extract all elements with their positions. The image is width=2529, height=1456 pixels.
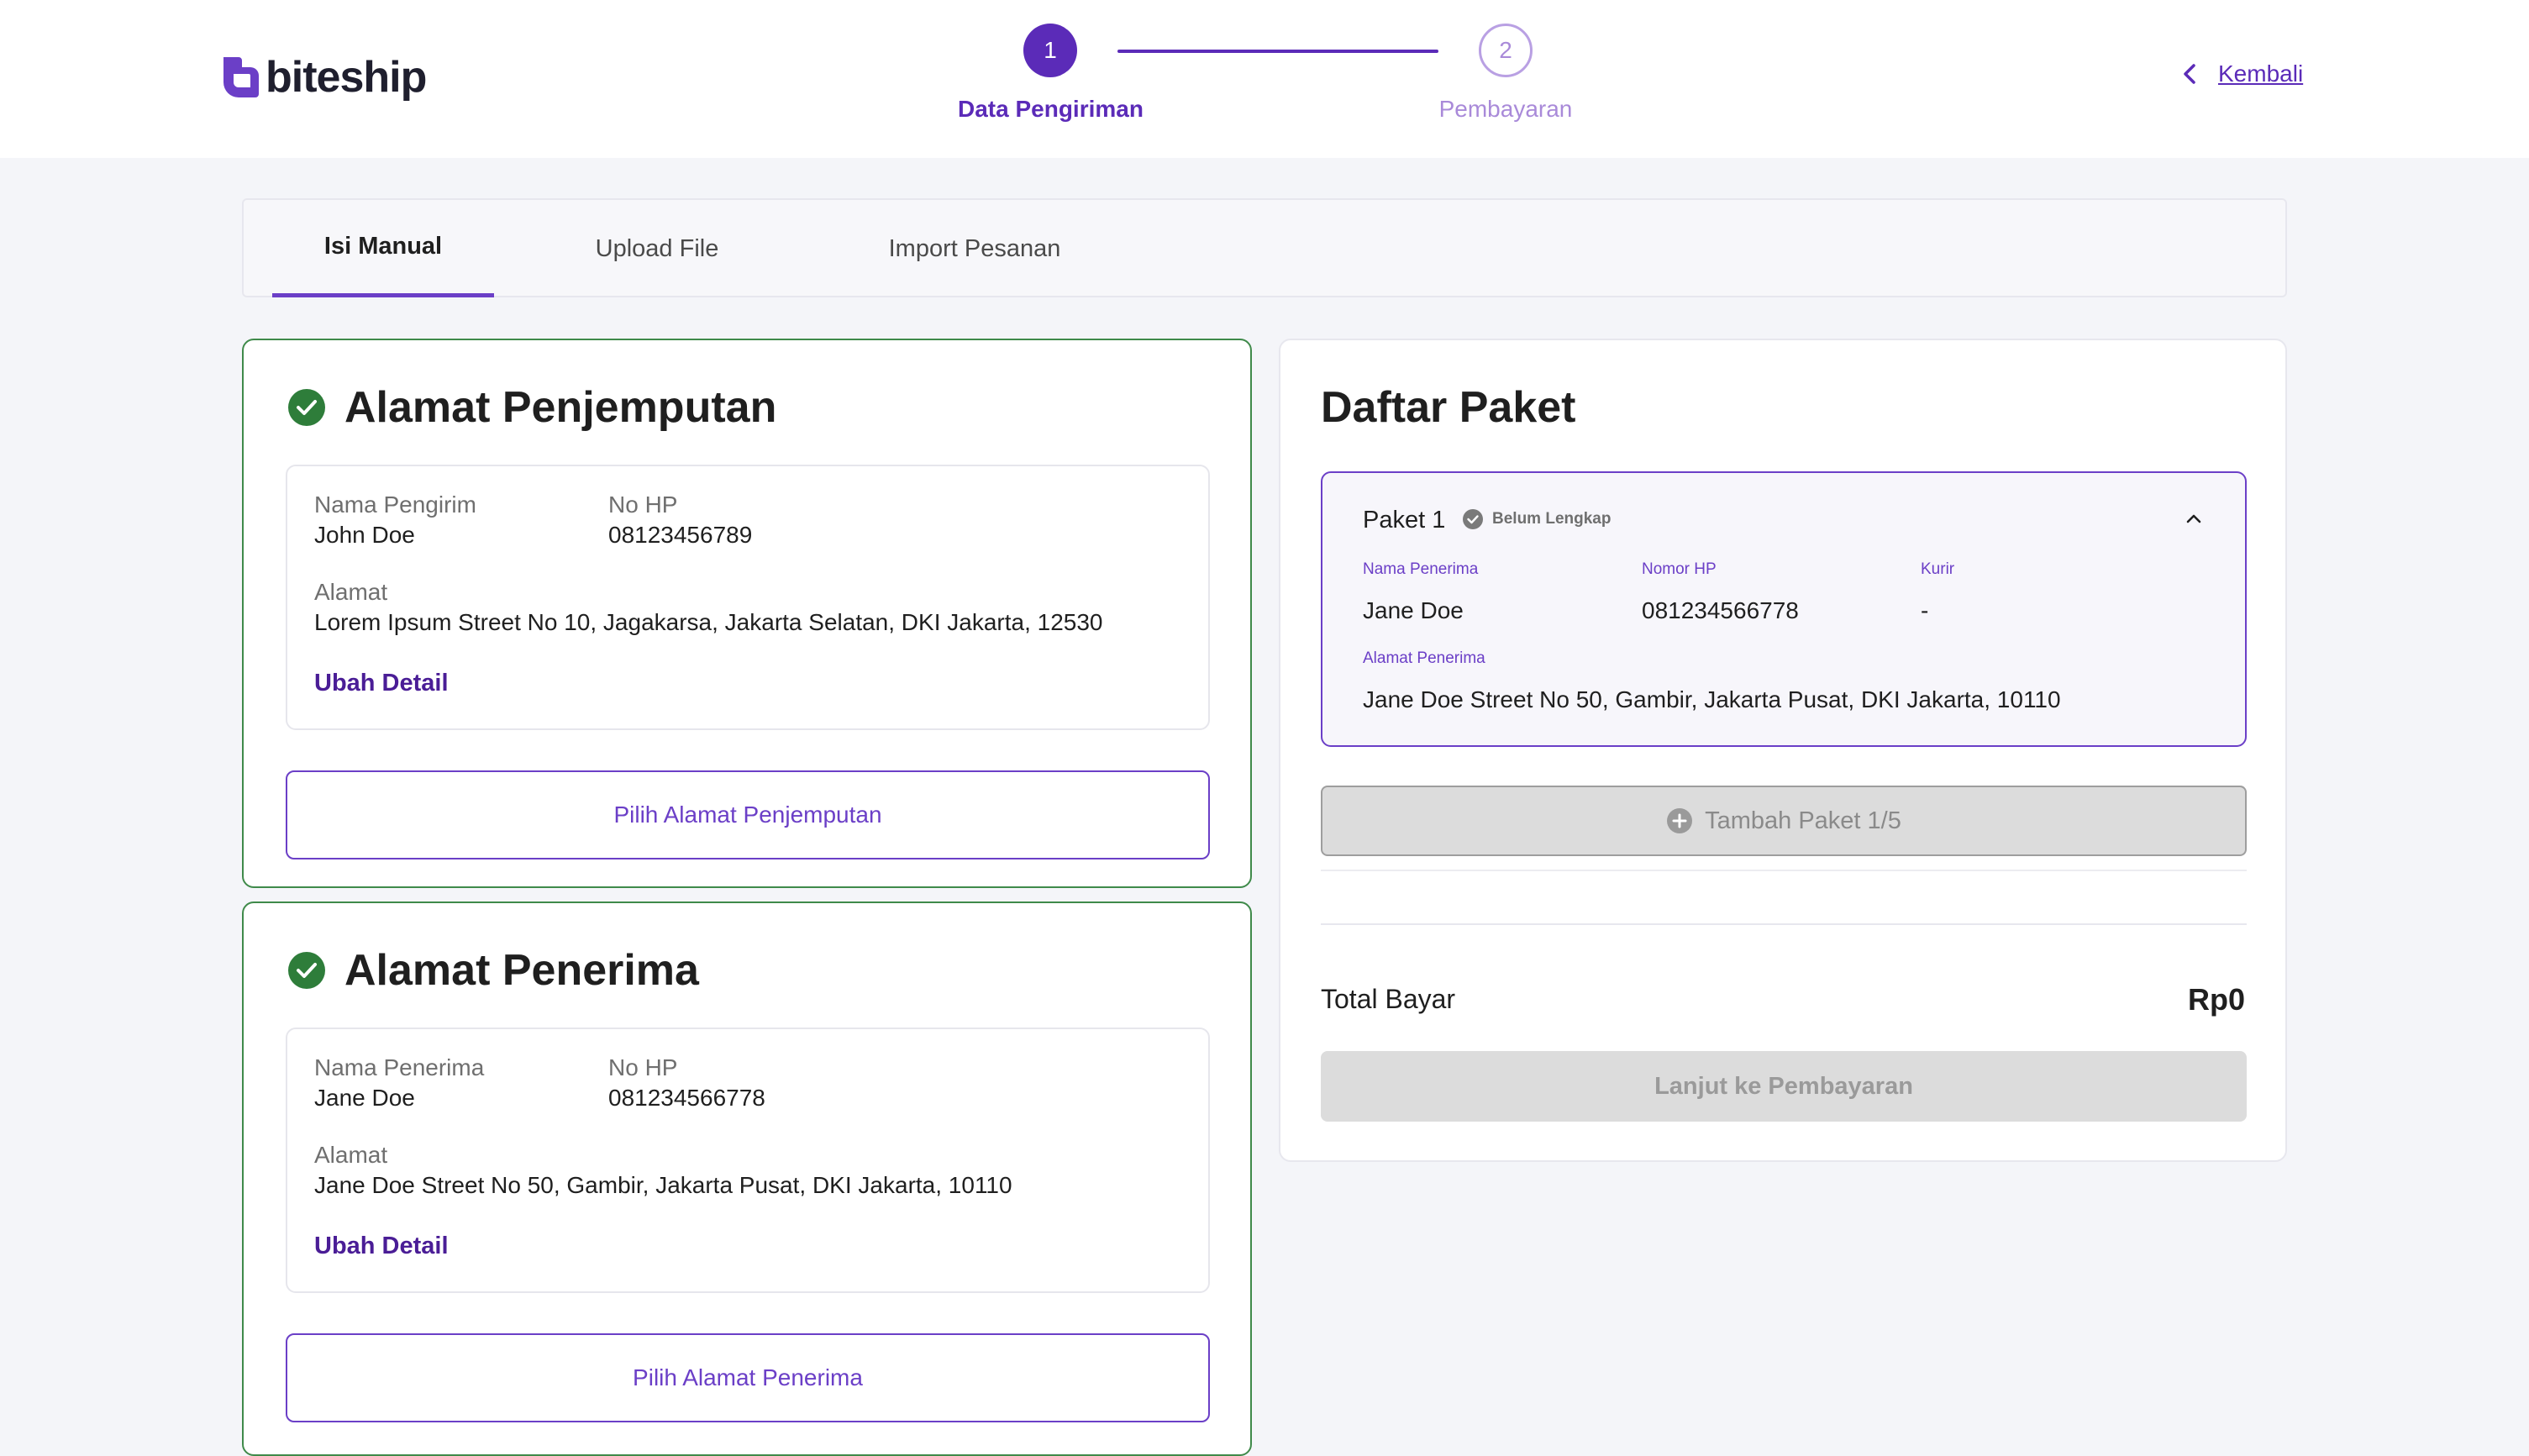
step-2-indicator: 2 (1479, 24, 1533, 77)
receiver-title-text: Alamat Penerima (344, 946, 699, 995)
sender-name-label: Nama Pengirim (314, 491, 476, 518)
receiver-info-box: Nama Penerima Jane Doe No HP 08123456677… (286, 1028, 1210, 1293)
sender-name: John Doe (314, 522, 415, 548)
step-1-indicator: 1 (1023, 24, 1077, 77)
back-link[interactable]: Kembali (2181, 60, 2303, 87)
tab-upload-file[interactable]: Upload File (546, 200, 768, 297)
pickup-info-box: Nama Pengirim John Doe No HP 08123456789… (286, 465, 1210, 730)
biteship-logo-icon (223, 57, 259, 97)
package-courier-label: Kurir (1921, 560, 1955, 578)
plus-circle-icon (1667, 808, 1693, 833)
sender-address-label: Alamat (314, 579, 388, 605)
top-header: biteship 1 2 Data Pengiriman Pembayaran … (0, 0, 2529, 158)
back-link-label: Kembali (2218, 60, 2304, 87)
receiver-address-card: Alamat Penerima Nama Penerima Jane Doe N… (242, 901, 1252, 1456)
sender-phone: 08123456789 (608, 522, 753, 548)
select-receiver-address-button[interactable]: Pilih Alamat Penerima (286, 1333, 1210, 1422)
receiver-address: Jane Doe Street No 50, Gambir, Jakarta P… (314, 1172, 1012, 1198)
check-circle-icon (1463, 509, 1483, 529)
add-package-label: Tambah Paket 1/5 (1705, 807, 1901, 834)
continue-to-payment-button[interactable]: Lanjut ke Pembayaran (1321, 1051, 2247, 1122)
package-receiver: Jane Doe (1363, 597, 1464, 623)
step-connector (1117, 50, 1438, 53)
add-package-button[interactable]: Tambah Paket 1/5 (1321, 786, 2247, 856)
total-label: Total Bayar (1321, 984, 1456, 1014)
check-circle-icon (288, 389, 325, 426)
sender-phone-label: No HP (608, 491, 678, 518)
pickup-title: Alamat Penjemputan (287, 382, 776, 433)
receiver-address-label: Alamat (314, 1142, 388, 1168)
checkout-stepper: 1 2 Data Pengiriman Pembayaran (924, 22, 1596, 139)
sender-address: Lorem Ipsum Street No 10, Jagakarsa, Jak… (314, 609, 1103, 635)
package-name: Paket 1 (1363, 507, 1446, 534)
edit-receiver-link[interactable]: Ubah Detail (314, 1233, 449, 1260)
edit-pickup-link[interactable]: Ubah Detail (314, 670, 449, 697)
package-status-badge: Belum Lengkap (1462, 508, 1611, 530)
receiver-name: Jane Doe (314, 1085, 415, 1111)
input-method-tabs: Isi Manual Upload File Import Pesanan (242, 198, 2287, 297)
pickup-title-text: Alamat Penjemputan (344, 383, 777, 432)
package-card[interactable]: Paket 1 Belum Lengkap Nama Penerima Jane… (1321, 471, 2247, 747)
divider (1321, 923, 2247, 925)
biteship-logo[interactable]: biteship (218, 52, 427, 102)
pickup-address-card: Alamat Penjemputan Nama Pengirim John Do… (242, 339, 1252, 888)
tab-import-pesanan[interactable]: Import Pesanan (832, 200, 1117, 297)
total-value: Rp0 (2187, 982, 2245, 1017)
tab-isi-manual[interactable]: Isi Manual (272, 200, 494, 297)
receiver-phone-label: No HP (608, 1054, 678, 1080)
package-list-title: Daftar Paket (1321, 383, 1576, 432)
package-receiver-label: Nama Penerima (1363, 560, 1479, 578)
chevron-up-icon[interactable] (2185, 512, 2203, 525)
package-address: Jane Doe Street No 50, Gambir, Jakarta P… (1363, 686, 2061, 712)
package-courier: - (1921, 597, 1929, 623)
receiver-name-label: Nama Penerima (314, 1054, 485, 1080)
receiver-title: Alamat Penerima (287, 945, 699, 996)
package-phone: 081234566778 (1642, 597, 1799, 623)
step-1-label: Data Pengiriman (958, 96, 1144, 122)
chevron-left-icon (2184, 64, 2195, 84)
select-pickup-address-button[interactable]: Pilih Alamat Penjemputan (286, 770, 1210, 859)
package-list-panel: Daftar Paket Paket 1 Belum Lengkap Nama … (1279, 339, 2287, 1162)
package-phone-label: Nomor HP (1642, 560, 1717, 578)
brand-name: biteship (266, 53, 427, 102)
receiver-phone: 081234566778 (608, 1085, 765, 1111)
add-package-underline (1321, 856, 2247, 871)
step-2-label: Pembayaran (1438, 96, 1573, 122)
check-circle-icon (288, 952, 325, 989)
package-address-label: Alamat Penerima (1363, 649, 1485, 667)
package-status-text: Belum Lengkap (1492, 510, 1612, 528)
